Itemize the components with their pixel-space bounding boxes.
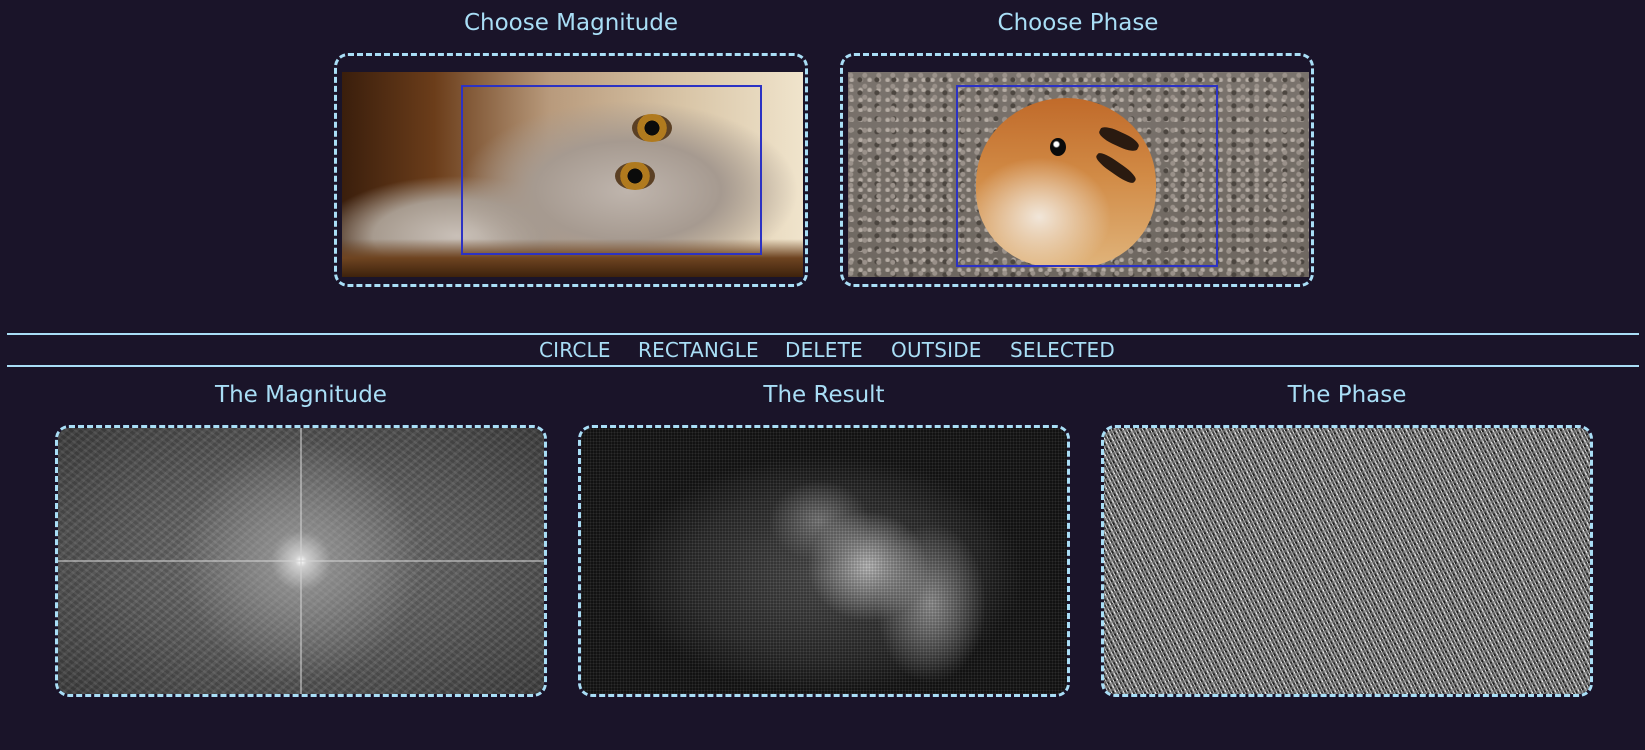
result-image <box>581 428 1067 694</box>
phase-output-title: The Phase <box>1287 382 1407 408</box>
choose-phase-title: Choose Phase <box>997 10 1159 36</box>
selected-button[interactable]: SELECTED <box>1010 338 1115 362</box>
delete-button[interactable]: DELETE <box>785 338 863 362</box>
spectrum-vertical-axis <box>300 428 302 694</box>
magnitude-spectrum-image <box>58 428 544 694</box>
phase-spectrum-image <box>1104 428 1590 694</box>
toolbar-bottom-divider <box>7 365 1639 367</box>
outside-button[interactable]: OUTSIDE <box>891 338 982 362</box>
rectangle-button[interactable]: RECTANGLE <box>638 338 759 362</box>
phase-source-frame[interactable] <box>840 53 1314 287</box>
toolbar-top-divider <box>7 333 1639 335</box>
circle-button[interactable]: CIRCLE <box>539 338 611 362</box>
result-output-frame <box>578 425 1070 697</box>
magnitude-selection-rectangle[interactable] <box>461 85 762 255</box>
result-output-title: The Result <box>763 382 885 408</box>
choose-magnitude-title: Choose Magnitude <box>463 10 679 36</box>
magnitude-output-frame <box>55 425 547 697</box>
phase-output-frame <box>1101 425 1593 697</box>
phase-selection-rectangle[interactable] <box>956 85 1218 267</box>
magnitude-source-frame[interactable] <box>334 53 808 287</box>
magnitude-output-title: The Magnitude <box>215 382 387 408</box>
